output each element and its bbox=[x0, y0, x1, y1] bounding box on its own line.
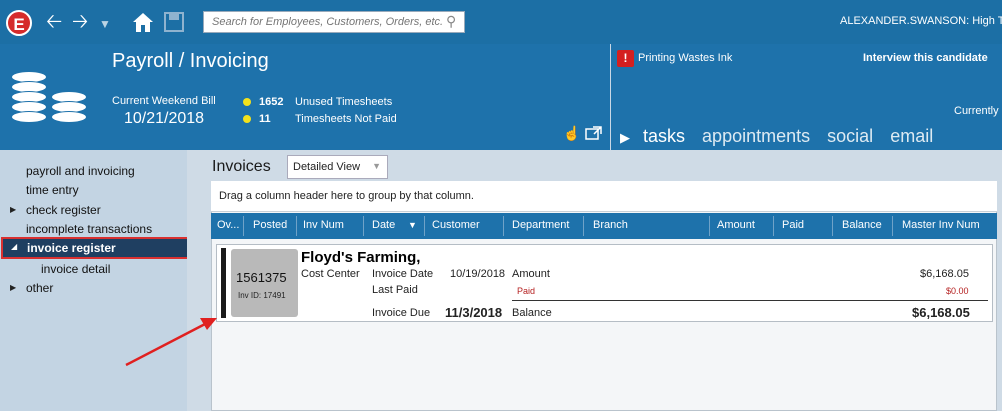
customer-name[interactable]: Floyd's Farming, bbox=[301, 249, 420, 266]
stat-unused-timesheets[interactable]: 1652 Unused Timesheets bbox=[243, 96, 392, 108]
invoice-date-value: 10/19/2018 bbox=[450, 268, 506, 280]
current-weekend-date[interactable]: 10/21/2018 bbox=[124, 110, 204, 128]
tab-appointments[interactable]: appointments bbox=[702, 126, 810, 146]
currently-label: Currently bbox=[954, 105, 999, 117]
back-arrow-icon[interactable]: 🡠 bbox=[46, 10, 62, 34]
group-by-drop-area[interactable]: Drag a column header here to group by th… bbox=[211, 181, 997, 212]
invoice-due-label: Invoice Due bbox=[372, 307, 431, 319]
expand-arrow-icon[interactable]: ▶ bbox=[10, 205, 16, 214]
column-divider[interactable] bbox=[773, 216, 774, 236]
paid-value: $0.00 bbox=[946, 286, 969, 296]
status-dot-icon bbox=[243, 115, 251, 124]
col-customer[interactable]: Customer bbox=[432, 219, 480, 231]
collapse-arrow-icon[interactable]: ◢ bbox=[11, 242, 17, 251]
invoice-due-value: 11/3/2018 bbox=[445, 305, 503, 320]
sort-descending-icon[interactable]: ▼ bbox=[408, 220, 417, 230]
column-divider[interactable] bbox=[709, 216, 710, 236]
history-dropdown-icon[interactable]: ▼ bbox=[99, 12, 111, 36]
column-divider[interactable] bbox=[503, 216, 504, 236]
nav-incomplete-transactions[interactable]: incomplete transactions bbox=[26, 222, 152, 236]
cost-center-label: Cost Center bbox=[301, 268, 360, 280]
column-divider[interactable] bbox=[363, 216, 364, 236]
col-overdue[interactable]: Ov... bbox=[217, 219, 239, 231]
col-balance[interactable]: Balance bbox=[842, 219, 882, 231]
nav-invoice-detail[interactable]: invoice detail bbox=[41, 262, 110, 276]
stat-timesheets-not-paid[interactable]: 11 Timesheets Not Paid bbox=[243, 113, 397, 125]
open-external-icon[interactable] bbox=[585, 125, 603, 141]
col-paid[interactable]: Paid bbox=[782, 219, 804, 231]
column-divider[interactable] bbox=[296, 216, 297, 236]
column-divider[interactable] bbox=[424, 216, 425, 236]
save-icon[interactable] bbox=[163, 11, 185, 33]
app-logo[interactable]: E bbox=[6, 10, 32, 36]
col-master-inv-num[interactable]: Master Inv Num bbox=[902, 219, 980, 231]
activity-tabs: ▶ tasks appointments social email bbox=[620, 126, 945, 147]
row-status-bar bbox=[221, 248, 226, 318]
home-icon[interactable] bbox=[130, 10, 156, 34]
last-paid-label: Last Paid bbox=[372, 284, 418, 296]
col-inv-num[interactable]: Inv Num bbox=[303, 219, 344, 231]
nav-invoice-register[interactable]: ◢ invoice register bbox=[1, 237, 200, 259]
tab-email[interactable]: email bbox=[890, 126, 933, 146]
tab-social[interactable]: social bbox=[827, 126, 873, 146]
col-posted[interactable]: Posted bbox=[253, 219, 287, 231]
balance-value: $6,168.05 bbox=[912, 305, 970, 320]
alert-message[interactable]: Printing Wastes Ink bbox=[638, 52, 732, 64]
alert-icon: ! bbox=[617, 50, 634, 67]
invoice-date-label: Invoice Date bbox=[372, 268, 434, 280]
invoice-number: 1561375 bbox=[236, 270, 287, 285]
paid-label: Paid bbox=[517, 286, 536, 296]
forward-arrow-icon[interactable]: 🡢 bbox=[72, 10, 88, 34]
col-date[interactable]: Date bbox=[372, 219, 395, 231]
col-department[interactable]: Department bbox=[512, 219, 569, 231]
totals-divider bbox=[512, 300, 988, 301]
column-divider[interactable] bbox=[583, 216, 584, 236]
amount-label: Amount bbox=[512, 268, 550, 280]
play-icon: ▶ bbox=[620, 130, 630, 145]
amount-value: $6,168.05 bbox=[920, 268, 969, 280]
invoice-id: Inv ID: 17491 bbox=[238, 291, 286, 300]
nav-time-entry[interactable]: time entry bbox=[26, 183, 79, 197]
page-title: Payroll / Invoicing bbox=[112, 50, 269, 72]
view-selector[interactable]: Detailed View ▼ bbox=[287, 155, 388, 179]
invoices-heading: Invoices bbox=[212, 158, 271, 175]
pointer-hand-icon[interactable]: ☝ bbox=[563, 125, 580, 142]
chevron-down-icon: ▼ bbox=[372, 161, 381, 171]
global-search-input[interactable] bbox=[203, 11, 465, 33]
current-weekend-label: Current Weekend Bill bbox=[112, 95, 216, 107]
nav-other[interactable]: other bbox=[26, 281, 53, 295]
nav-payroll-and-invoicing[interactable]: payroll and invoicing bbox=[26, 164, 135, 178]
balance-label: Balance bbox=[512, 307, 552, 319]
column-divider[interactable] bbox=[832, 216, 833, 236]
col-amount[interactable]: Amount bbox=[717, 219, 755, 231]
interview-notice[interactable]: Interview this candidate bbox=[863, 52, 988, 64]
current-user[interactable]: ALEXANDER.SWANSON: High T bbox=[840, 15, 1002, 27]
payroll-coins-icon bbox=[12, 72, 90, 128]
col-branch[interactable]: Branch bbox=[593, 219, 628, 231]
nav-check-register[interactable]: check register bbox=[26, 203, 101, 217]
expand-arrow-icon[interactable]: ▶ bbox=[10, 283, 16, 292]
column-divider[interactable] bbox=[243, 216, 244, 236]
column-divider[interactable] bbox=[892, 216, 893, 236]
status-dot-icon bbox=[243, 98, 251, 107]
search-icon[interactable]: ⚲ bbox=[446, 13, 456, 30]
tab-tasks[interactable]: tasks bbox=[643, 126, 685, 146]
